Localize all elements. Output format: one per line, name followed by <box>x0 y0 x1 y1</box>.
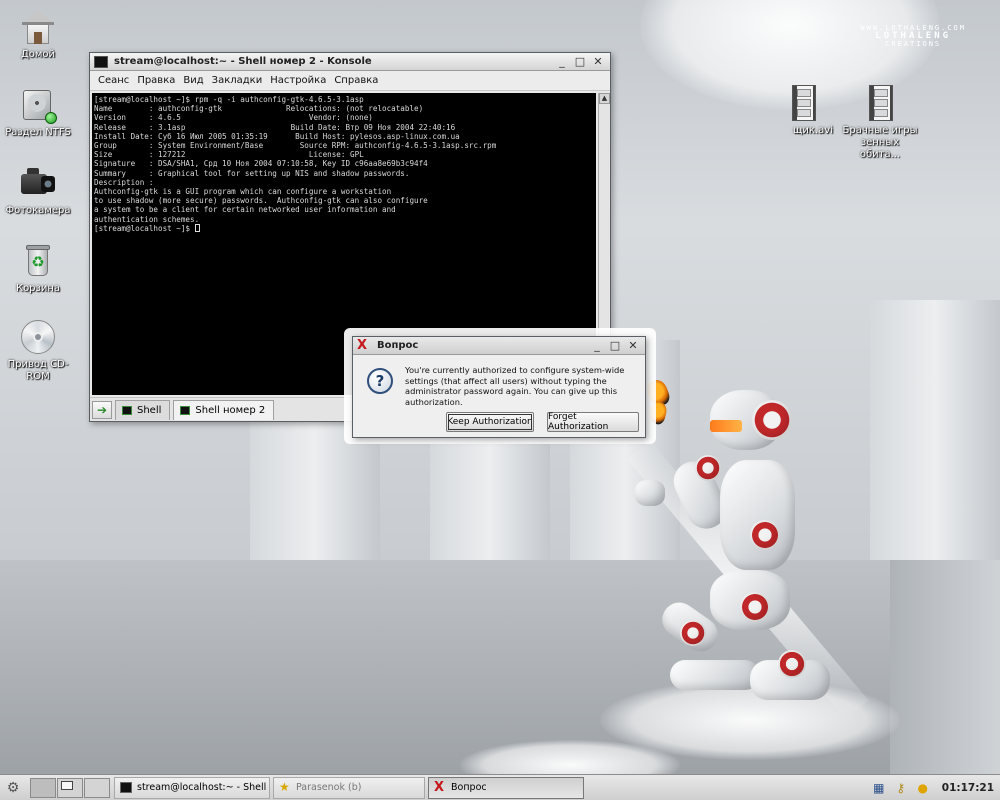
desktop-icon-label: Домой <box>20 49 56 60</box>
terminal-line: Authconfig-gtk is a GUI program which ca… <box>94 187 392 197</box>
k-menu-button[interactable]: ⚙ <box>0 776 26 800</box>
taskbar-item-parasenok[interactable]: ★ Parasenok (b) <box>273 776 425 799</box>
taskbar-item-konsole[interactable]: stream@localhost:~ - Shell номер 2 <box>114 776 270 799</box>
window-title: stream@localhost:~ - Shell номер 2 - Kon… <box>114 56 372 67</box>
lightbulb-icon[interactable]: ● <box>914 779 932 797</box>
tab-label: Shell <box>137 404 162 416</box>
terminal-line: Group : System Environment/Base Source R… <box>94 141 497 151</box>
hard-drive-icon <box>19 86 57 124</box>
dialog-body: ? You're currently authorized to configu… <box>353 356 645 437</box>
menu-session[interactable]: Сеанс <box>94 75 133 86</box>
konsole-titlebar[interactable]: stream@localhost:~ - Shell номер 2 - Kon… <box>90 53 610 71</box>
star-icon: ★ <box>279 780 290 794</box>
terminal-line: Summary : Graphical tool for setting up … <box>94 168 410 178</box>
taskbar-item-dialog[interactable]: X Вопрос <box>428 776 584 799</box>
minimize-button[interactable]: _ <box>589 339 605 353</box>
desktop-icon-label: Привод CD-ROM <box>7 359 69 382</box>
terminal-line: [stream@localhost ~]$ rpm -q -i authconf… <box>94 95 364 104</box>
menu-edit[interactable]: Правка <box>133 75 179 86</box>
desktop-icon-ntfs-partition[interactable]: Раздел NTFS <box>0 86 78 139</box>
terminal-line: Version : 4.6.5 Vendor: (none) <box>94 113 373 123</box>
dialog-title: Вопрос <box>377 340 419 351</box>
minimize-button[interactable]: _ <box>554 55 570 69</box>
keys-icon[interactable]: ⚷ <box>892 779 910 797</box>
terminal-icon <box>180 405 191 415</box>
konsole-menubar: Сеанс Правка Вид Закладки Настройка Спра… <box>90 71 610 91</box>
task-label: Parasenok (b) <box>296 782 362 793</box>
terminal-line: Install Date: Суб 16 Июл 2005 01:35:19 B… <box>94 131 460 141</box>
terminal-prompt-line: [stream@localhost ~]$ <box>94 223 594 233</box>
authorization-dialog[interactable]: X Вопрос _ □ ✕ ? You're currently author… <box>352 336 646 438</box>
terminal-line: authentication schemes. <box>94 214 200 224</box>
desktop-icon-camera[interactable]: Фотокамера <box>0 164 78 217</box>
keep-authorization-button[interactable]: Keep Authorization <box>446 412 534 432</box>
forget-authorization-button[interactable]: Forget Authorization <box>547 412 639 432</box>
video-file-icon <box>784 84 822 122</box>
arrow-right-icon: ➔ <box>96 402 108 417</box>
close-button[interactable]: ✕ <box>590 55 606 69</box>
desktop-icon-video-file-2[interactable]: Брачные игры зенных обита... <box>840 84 920 161</box>
menu-help[interactable]: Справка <box>330 75 382 86</box>
terminal-icon <box>122 405 132 415</box>
terminal-line: Size : 127212 License: GPL <box>94 150 364 160</box>
terminal-line: Name : authconfig-gtk Relocations: (not … <box>94 104 424 114</box>
desktop-pager <box>30 777 111 798</box>
close-button[interactable]: ✕ <box>625 339 641 353</box>
terminal-line: Release : 3.1asp Build Date: Втр 09 Ноя … <box>94 122 456 132</box>
system-tray: ▦ ⚷ ● 01:17:21 <box>868 776 1000 800</box>
pager-desktop-3[interactable] <box>84 777 110 798</box>
task-label: stream@localhost:~ - Shell номер 2 <box>137 782 269 793</box>
desktop-icon-video-file-1[interactable]: щик.avi <box>763 84 843 137</box>
home-icon <box>19 8 57 46</box>
taskbar: ⚙ stream@localhost:~ - Shell номер 2 ★ P… <box>0 774 1000 800</box>
network-icon[interactable]: ▦ <box>870 779 888 797</box>
terminal-cursor <box>194 223 200 232</box>
dialog-message: You're currently authorized to configure… <box>405 365 625 407</box>
pager-desktop-1[interactable] <box>30 777 56 798</box>
dialog-titlebar[interactable]: X Вопрос _ □ ✕ <box>353 337 645 355</box>
maximize-button[interactable]: □ <box>572 55 588 69</box>
trash-icon: ♻ <box>19 242 57 280</box>
terminal-icon <box>120 782 132 793</box>
menu-bookmarks[interactable]: Закладки <box>208 75 267 86</box>
camera-icon <box>19 164 57 202</box>
desktop-icon-label: щик.avi <box>793 125 833 136</box>
pager-desktop-2[interactable] <box>57 777 83 798</box>
desktop-icon-label: Раздел NTFS <box>5 127 71 138</box>
desktop-icon-home[interactable]: Домой <box>0 8 78 61</box>
desktop-icon-trash[interactable]: ♻ Корзина <box>0 242 78 295</box>
clock[interactable]: 01:17:21 <box>942 782 994 794</box>
task-label: Вопрос <box>451 782 487 793</box>
window-thumbnail <box>61 780 73 790</box>
terminal-line: to use shadow (more secure) passwords. A… <box>94 196 428 206</box>
desktop-icon-label: Брачные игры зенных обита... <box>842 125 918 160</box>
tab-shell-2[interactable]: Shell номер 2 <box>173 399 275 420</box>
new-session-button[interactable]: ➔ <box>92 400 112 419</box>
menu-settings[interactable]: Настройка <box>266 75 330 86</box>
x-logo-icon: X <box>434 780 445 795</box>
menu-view[interactable]: Вид <box>179 75 207 86</box>
desktop-icon-cd-rom[interactable]: Привод CD-ROM <box>0 318 78 383</box>
tab-shell[interactable]: Shell <box>115 399 171 420</box>
maximize-button[interactable]: □ <box>607 339 623 353</box>
desktop-icon-label: Корзина <box>15 283 61 294</box>
desktop-icon-label: Фотокамера <box>5 205 71 216</box>
wallpaper-watermark: WWW.LOTHALENG.COM LOTHALENG CREATIONS <box>860 24 966 48</box>
terminal-line: a system to be a client for certain netw… <box>94 205 396 215</box>
cd-rom-icon <box>19 318 57 356</box>
terminal-line: Description : <box>94 177 154 187</box>
terminal-icon <box>94 55 108 68</box>
terminal-prompt: [stream@localhost ~]$ <box>94 223 195 233</box>
terminal-line: Signature : DSA/SHA1, Срд 10 Ноя 2004 07… <box>94 159 428 169</box>
video-file-icon <box>861 84 899 122</box>
scroll-up-arrow-icon[interactable]: ▲ <box>599 93 610 104</box>
x-logo-icon: X <box>357 337 368 353</box>
gear-icon: ⚙ <box>6 779 20 796</box>
question-icon: ? <box>367 368 393 394</box>
tab-label: Shell номер 2 <box>195 404 266 416</box>
